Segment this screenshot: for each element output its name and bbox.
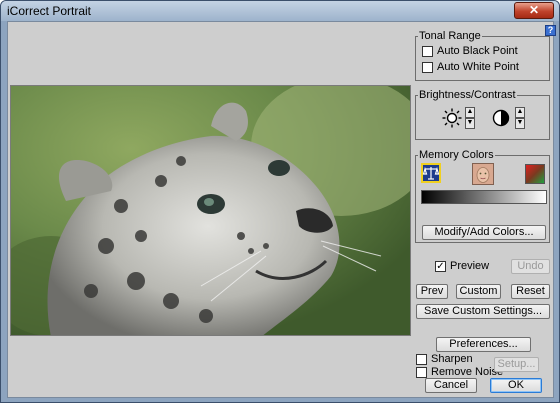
save-custom-settings-button[interactable]: Save Custom Settings... bbox=[416, 304, 550, 319]
auto-white-point-checkbox[interactable] bbox=[422, 61, 433, 73]
sun-icon bbox=[442, 108, 462, 131]
remove-noise-checkbox[interactable] bbox=[416, 366, 427, 378]
auto-black-point-label: Auto Black Point bbox=[437, 45, 518, 57]
image-preview bbox=[10, 85, 411, 336]
contrast-up-button[interactable]: ▲ bbox=[515, 107, 525, 118]
auto-black-point-checkbox[interactable] bbox=[422, 45, 433, 57]
auto-black-point-row[interactable]: Auto Black Point bbox=[422, 45, 518, 57]
contrast-spinner[interactable]: ▲ ▼ bbox=[515, 107, 525, 129]
sharpen-label: Sharpen bbox=[431, 353, 473, 365]
contrast-down-button[interactable]: ▼ bbox=[515, 118, 525, 129]
ok-button[interactable]: OK bbox=[490, 378, 542, 393]
custom-button[interactable]: Custom bbox=[456, 284, 501, 299]
auto-white-point-label: Auto White Point bbox=[437, 61, 519, 73]
brightness-spinner[interactable]: ▲ ▼ bbox=[465, 107, 475, 129]
remove-noise-row[interactable]: Remove Noise bbox=[416, 366, 503, 378]
sharpen-checkbox[interactable] bbox=[416, 353, 427, 365]
setup-button[interactable]: Setup... bbox=[494, 357, 539, 372]
brightness-up-button[interactable]: ▲ bbox=[465, 107, 475, 118]
auto-white-point-row[interactable]: Auto White Point bbox=[422, 61, 519, 73]
undo-button[interactable]: Undo bbox=[511, 259, 550, 274]
memory-colors-legend: Memory Colors bbox=[419, 149, 494, 161]
window-title: iCorrect Portrait bbox=[7, 4, 92, 18]
color-gradient-icon[interactable] bbox=[525, 164, 545, 184]
prev-button[interactable]: Prev bbox=[416, 284, 448, 299]
preview-checkbox[interactable]: ✓ bbox=[435, 260, 446, 272]
remove-noise-label: Remove Noise bbox=[431, 366, 504, 378]
memory-color-gradient-bar bbox=[421, 190, 547, 204]
reset-button[interactable]: Reset bbox=[511, 284, 550, 299]
cancel-button[interactable]: Cancel bbox=[425, 378, 477, 393]
preview-label: Preview bbox=[450, 260, 490, 272]
dialog-client-area: ? Tonal Range Auto Black Point Auto Whit… bbox=[7, 21, 556, 398]
modify-add-colors-button[interactable]: Modify/Add Colors... bbox=[422, 225, 546, 240]
brightness-contrast-legend: Brightness/Contrast bbox=[419, 89, 516, 101]
scales-icon[interactable] bbox=[421, 163, 441, 183]
preview-row[interactable]: ✓ Preview bbox=[435, 260, 489, 272]
preferences-button[interactable]: Preferences... bbox=[436, 337, 531, 352]
app-window: iCorrect Portrait ✕ ? Tonal Range Auto B… bbox=[0, 0, 560, 403]
brightness-down-button[interactable]: ▼ bbox=[465, 118, 475, 129]
contrast-icon bbox=[492, 109, 510, 130]
close-button[interactable]: ✕ bbox=[514, 2, 554, 19]
brightness-contrast-group: Brightness/Contrast bbox=[415, 89, 550, 140]
title-bar[interactable]: iCorrect Portrait ✕ bbox=[1, 1, 559, 21]
tonal-range-legend: Tonal Range bbox=[419, 30, 481, 42]
sharpen-row[interactable]: Sharpen bbox=[416, 353, 473, 365]
skin-face-icon[interactable] bbox=[472, 163, 494, 185]
